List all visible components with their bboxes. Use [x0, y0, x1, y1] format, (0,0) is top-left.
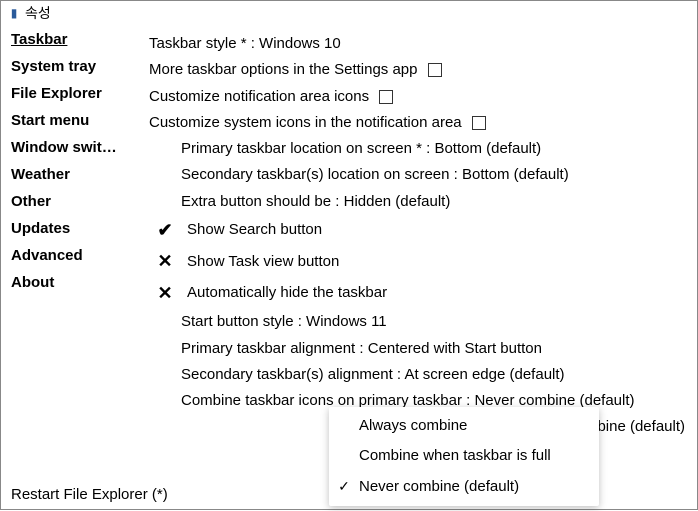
- setting-label: Start button style : Windows 11: [181, 309, 387, 335]
- sidebar-item-weather[interactable]: Weather: [11, 166, 137, 183]
- sidebar-item-system-tray[interactable]: System tray: [11, 58, 137, 75]
- setting-label: Primary taskbar alignment : Centered wit…: [181, 336, 542, 362]
- window-titlebar: ▮ 속성: [1, 1, 697, 25]
- setting-show-search[interactable]: ✔ Show Search button: [149, 215, 689, 247]
- setting-label: Taskbar style * : Windows 10: [149, 31, 341, 57]
- x-icon: ✕: [149, 246, 181, 278]
- setting-secondary-location[interactable]: Secondary taskbar(s) location on screen …: [149, 162, 689, 188]
- sidebar-item-start-menu[interactable]: Start menu: [11, 112, 137, 129]
- setting-secondary-alignment[interactable]: Secondary taskbar(s) alignment : At scre…: [149, 362, 689, 388]
- setting-more-options[interactable]: More taskbar options in the Settings app: [149, 57, 689, 83]
- sidebar-item-advanced[interactable]: Advanced: [11, 247, 137, 264]
- setting-customize-system-icons[interactable]: Customize system icons in the notificati…: [149, 110, 689, 136]
- setting-show-taskview[interactable]: ✕ Show Task view button: [149, 246, 689, 278]
- sidebar-item-window-switcher[interactable]: Window swit…: [11, 139, 137, 156]
- sidebar-item-updates[interactable]: Updates: [11, 220, 137, 237]
- sidebar-item-other[interactable]: Other: [11, 193, 137, 210]
- setting-primary-alignment[interactable]: Primary taskbar alignment : Centered wit…: [149, 336, 689, 362]
- x-icon: ✕: [149, 278, 181, 310]
- dropdown-item-label: Combine when taskbar is full: [359, 443, 551, 469]
- dropdown-item-label: Never combine (default): [359, 474, 519, 500]
- sidebar-item-taskbar[interactable]: Taskbar: [11, 31, 137, 48]
- setting-label: Show Search button: [187, 217, 322, 243]
- window-title: 속성: [25, 3, 51, 23]
- dropdown-item-never-combine[interactable]: ✓ Never combine (default): [329, 472, 599, 502]
- sidebar-item-file-explorer[interactable]: File Explorer: [11, 85, 137, 102]
- checkbox-icon: [428, 63, 442, 77]
- setting-extra-button[interactable]: Extra button should be : Hidden (default…: [149, 189, 689, 215]
- checkbox-icon: [472, 116, 486, 130]
- content-area: Taskbar System tray File Explorer Start …: [1, 25, 697, 511]
- setting-taskbar-style[interactable]: Taskbar style * : Windows 10: [149, 31, 689, 57]
- setting-start-button-style[interactable]: Start button style : Windows 11: [149, 309, 689, 335]
- check-icon: ✔: [149, 215, 181, 247]
- settings-panel: Taskbar style * : Windows 10 More taskba…: [141, 25, 697, 511]
- setting-customize-notification-icons[interactable]: Customize notification area icons: [149, 84, 689, 110]
- dropdown-item-always-combine[interactable]: Always combine: [329, 411, 599, 441]
- setting-label: Primary taskbar location on screen * : B…: [181, 136, 541, 162]
- setting-primary-location[interactable]: Primary taskbar location on screen * : B…: [149, 136, 689, 162]
- setting-label: Secondary taskbar(s) alignment : At scre…: [181, 362, 565, 388]
- setting-auto-hide[interactable]: ✕ Automatically hide the taskbar: [149, 278, 689, 310]
- setting-label: More taskbar options in the Settings app: [149, 57, 418, 83]
- app-icon: ▮: [7, 6, 21, 20]
- dropdown-item-label: Always combine: [359, 413, 467, 439]
- combine-dropdown: Always combine Combine when taskbar is f…: [329, 407, 599, 506]
- setting-label: Secondary taskbar(s) location on screen …: [181, 162, 569, 188]
- checkbox-icon: [379, 90, 393, 104]
- setting-label: Customize notification area icons: [149, 84, 369, 110]
- sidebar-item-about[interactable]: About: [11, 274, 137, 291]
- check-icon: ✓: [335, 474, 353, 499]
- setting-label: Automatically hide the taskbar: [187, 280, 387, 306]
- setting-label: Show Task view button: [187, 249, 339, 275]
- restart-file-explorer[interactable]: Restart File Explorer (*): [11, 486, 168, 503]
- sidebar: Taskbar System tray File Explorer Start …: [1, 25, 141, 511]
- setting-label: Extra button should be : Hidden (default…: [181, 189, 450, 215]
- setting-label: Customize system icons in the notificati…: [149, 110, 462, 136]
- dropdown-item-combine-when-full[interactable]: Combine when taskbar is full: [329, 441, 599, 471]
